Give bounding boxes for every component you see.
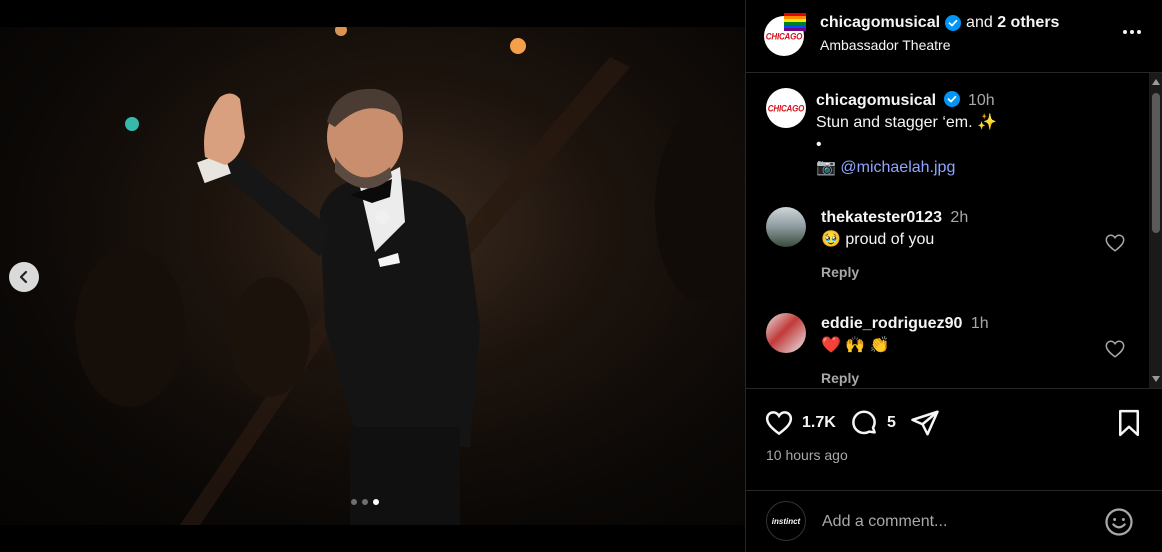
more-options-button[interactable] — [1123, 30, 1141, 34]
post-timestamp[interactable]: 10 hours ago — [766, 447, 848, 463]
comment-body: thekatester0123 2h 🥹 proud of you — [821, 207, 1091, 251]
comment-text: 🥹 proud of you — [821, 231, 935, 248]
scrollbar-thumb[interactable] — [1152, 93, 1160, 233]
caption-username[interactable]: chicagomusical — [816, 92, 936, 109]
reply-button[interactable]: Reply — [821, 370, 859, 386]
comment-time: 2h — [950, 209, 969, 226]
comment-button[interactable]: 5 — [849, 408, 896, 438]
comment-username[interactable]: thekatester0123 — [821, 209, 942, 226]
comment-body: eddie_rodriguez90 1h ❤️ 🙌 👏 — [821, 313, 1091, 357]
post-actions: 1.7K 5 10 hours ago — [746, 388, 1162, 498]
collaborators-text[interactable]: and 2 others — [966, 14, 1059, 32]
like-button[interactable]: 1.7K — [764, 408, 836, 438]
author-line: chicagomusical and 2 others — [820, 14, 1059, 32]
caption-time: 10h — [967, 92, 995, 109]
carousel-dot — [351, 499, 357, 505]
more-dot-icon — [1130, 30, 1134, 34]
commenter-avatar[interactable] — [766, 207, 806, 247]
share-button[interactable] — [910, 408, 940, 438]
camera-icon: 📷 — [816, 159, 836, 176]
post-photo — [0, 27, 745, 525]
avatar-logo-text: instinct — [771, 516, 801, 526]
add-comment-bar: instinct — [746, 490, 1162, 552]
bookmark-icon — [1119, 409, 1139, 437]
emoji-icon[interactable] — [1104, 507, 1134, 537]
and-text: and — [966, 14, 993, 31]
caption-text: Stun and stagger ‘em. ✨ — [816, 114, 997, 131]
photographer-mention-link[interactable]: @michaelah.jpg — [840, 159, 955, 176]
scroll-down-arrow-icon[interactable] — [1152, 376, 1160, 382]
send-icon — [911, 410, 939, 436]
avatar-logo-text: CHICAGO — [765, 30, 803, 42]
current-user-avatar[interactable]: instinct — [766, 501, 806, 541]
others-count: 2 others — [997, 14, 1060, 31]
post-header: CHICAGO chicagomusical and 2 others Amba… — [746, 0, 1162, 73]
pride-flag-icon — [784, 13, 806, 31]
caption-body: chicagomusical 10h Stun and stagger ‘em.… — [816, 90, 1136, 179]
comment-text: ❤️ 🙌 👏 — [821, 337, 890, 354]
more-dot-icon — [1137, 30, 1141, 34]
performer-photo — [75, 27, 745, 525]
scroll-up-arrow-icon[interactable] — [1152, 79, 1160, 85]
avatar-logo-text: CHICAGO — [767, 102, 805, 114]
heart-icon — [765, 411, 793, 436]
post-media — [0, 0, 745, 552]
comment-time: 1h — [970, 315, 989, 332]
carousel-dot-active — [373, 499, 379, 505]
more-dot-icon — [1123, 30, 1127, 34]
like-count: 1.7K — [802, 414, 836, 431]
comment-username[interactable]: eddie_rodriguez90 — [821, 315, 962, 332]
chevron-left-icon — [19, 270, 28, 284]
comment-input[interactable] — [822, 510, 1092, 534]
carousel-indicator — [351, 499, 379, 505]
save-button[interactable] — [1114, 408, 1144, 438]
commenter-avatar[interactable] — [766, 313, 806, 353]
comments-list[interactable]: CHICAGO chicagomusical 10h Stun and stag… — [746, 73, 1162, 388]
caption-avatar[interactable]: CHICAGO — [766, 88, 806, 128]
author-username[interactable]: chicagomusical — [820, 14, 940, 32]
verified-badge-icon — [943, 91, 960, 107]
comment-like-heart-icon[interactable] — [1104, 338, 1126, 360]
reply-button[interactable]: Reply — [821, 264, 859, 280]
comment-like-heart-icon[interactable] — [1104, 232, 1126, 254]
carousel-dot — [362, 499, 368, 505]
post-location[interactable]: Ambassador Theatre — [820, 37, 950, 53]
verified-badge-icon — [945, 15, 962, 31]
comment-count: 5 — [887, 414, 896, 431]
carousel-previous-button[interactable] — [9, 262, 39, 292]
post-details-panel: CHICAGO chicagomusical and 2 others Amba… — [745, 0, 1162, 552]
caption-bullet: • — [816, 136, 822, 153]
comments-scrollbar[interactable] — [1149, 73, 1162, 388]
comment-bubble-icon — [852, 410, 876, 435]
